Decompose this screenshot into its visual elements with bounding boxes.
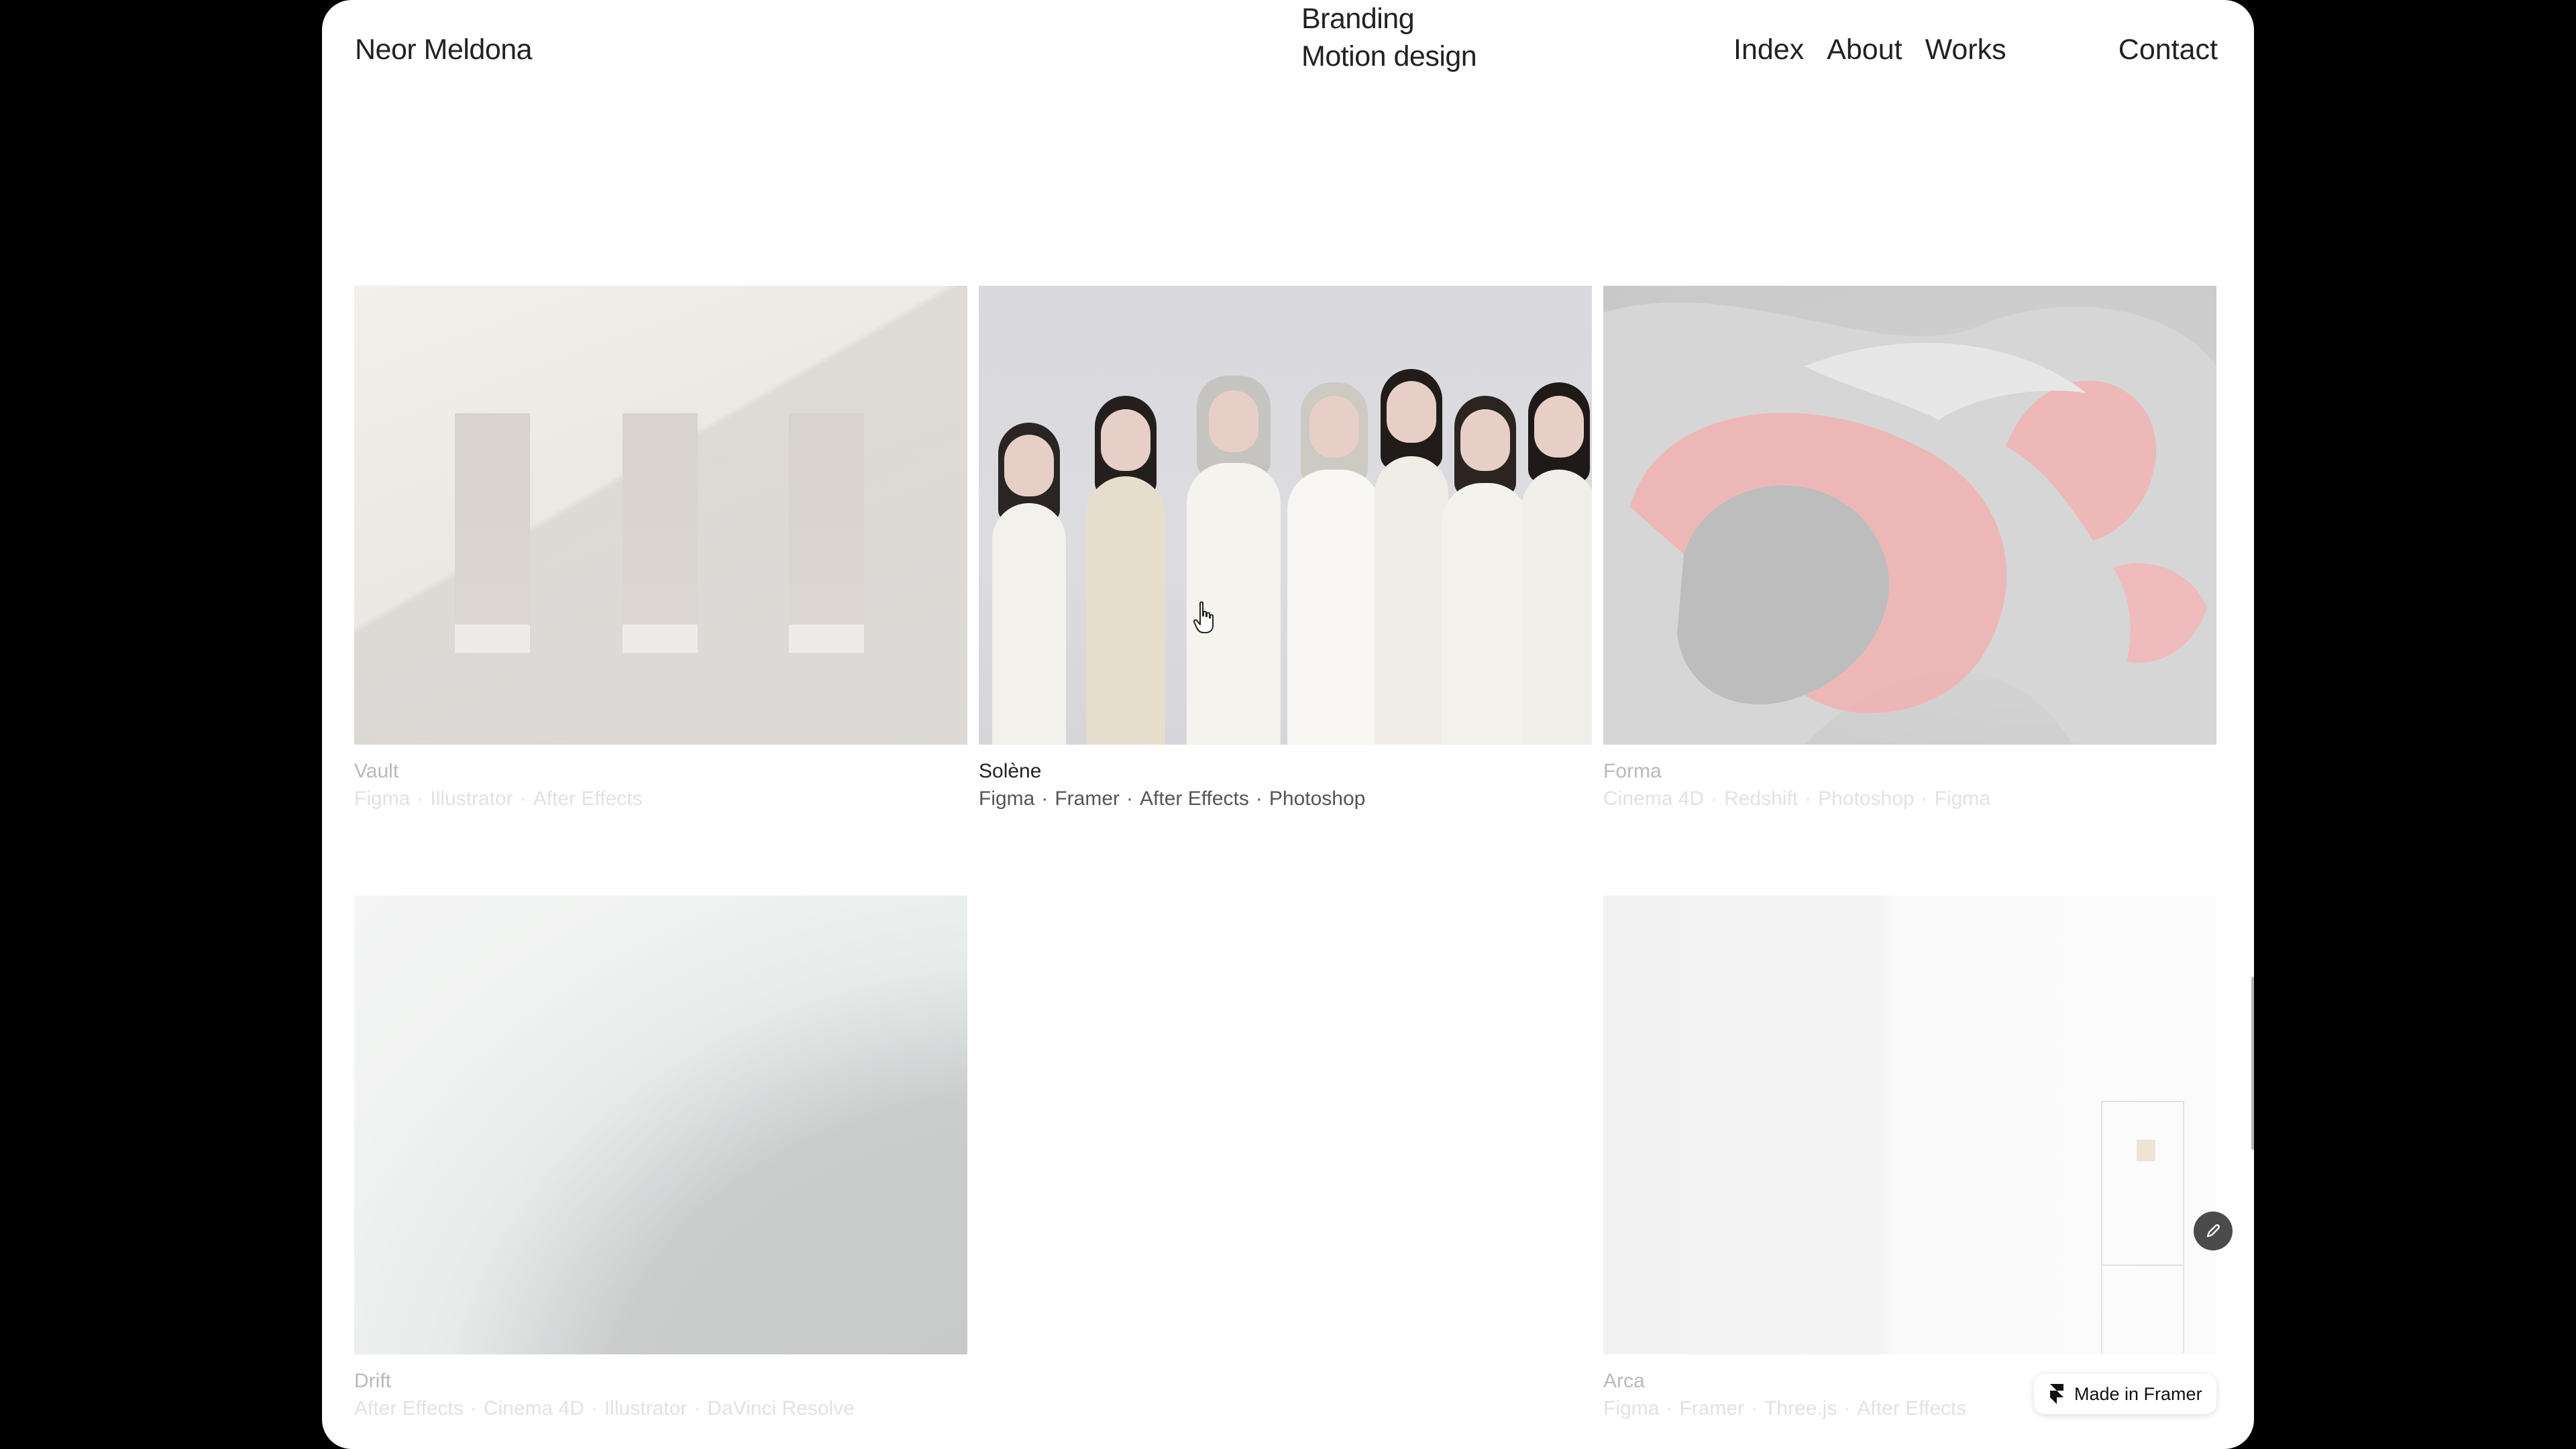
tag: Photoshop xyxy=(1818,788,1915,810)
project-thumbnail-solene[interactable] xyxy=(979,286,1592,745)
tag-separator: · xyxy=(417,788,424,810)
model-figure xyxy=(1187,376,1281,745)
nav-index[interactable]: Index xyxy=(1733,34,1804,66)
tag-separator: · xyxy=(1921,788,1928,810)
window-opening xyxy=(789,413,864,635)
tag-separator: · xyxy=(1666,1397,1673,1419)
door-frame xyxy=(2101,1101,2184,1266)
tag: Framer xyxy=(1055,788,1120,810)
site-header: Neor Meldona Branding Motion design Inde… xyxy=(322,0,2254,101)
project-card-solene[interactable]: Solène Figma · Framer · After Effects · Photos… xyxy=(979,286,1592,813)
window-opening xyxy=(623,413,698,635)
made-in-framer-badge[interactable]: Made in Framer xyxy=(2034,1374,2216,1414)
tag-separator: · xyxy=(470,1397,477,1419)
window-sill xyxy=(623,625,698,653)
tag-separator: · xyxy=(1711,788,1718,810)
project-thumbnail-drift[interactable] xyxy=(354,896,967,1354)
tag-separator: · xyxy=(590,1397,598,1419)
project-title[interactable]: Solène xyxy=(979,758,1592,785)
tag: Figma xyxy=(1934,788,1990,810)
nav-works[interactable]: Works xyxy=(1925,34,2006,66)
project-title[interactable]: Vault xyxy=(354,758,967,785)
tag: Figma xyxy=(354,788,411,810)
tag: After Effects xyxy=(354,1397,464,1419)
door-light xyxy=(2137,1140,2155,1161)
tag: After Effects xyxy=(1140,788,1249,810)
tag-separator: · xyxy=(1041,788,1049,810)
project-tags: After Effects · Cinema 4D · Illustrator · DaVi… xyxy=(354,1395,967,1423)
model-figure xyxy=(1522,382,1592,745)
tag: After Effects xyxy=(533,788,643,810)
tag: Illustrator xyxy=(604,1397,688,1419)
door-frame-lower xyxy=(2101,1266,2184,1353)
main-nav: Index About Works xyxy=(1733,34,2006,66)
tag: Cinema 4D xyxy=(1603,788,1705,810)
browser-page: Neor Meldona Branding Motion design Inde… xyxy=(322,0,2254,1449)
project-tags: Cinema 4D · Redshift · Photoshop · Figma xyxy=(1603,785,2216,813)
tag: After Effects xyxy=(1857,1397,1967,1419)
tag: Figma xyxy=(1603,1397,1660,1419)
project-tags: Figma · Framer · After Effects · Photoshop xyxy=(979,785,1592,813)
tag-separator: · xyxy=(1255,788,1263,810)
tag: Redshift xyxy=(1724,788,1799,810)
project-title[interactable]: Forma xyxy=(1603,758,2216,785)
project-card-drift[interactable]: Drift After Effects · Cinema 4D · Illustrato… xyxy=(354,896,967,1423)
tag: Three.js xyxy=(1764,1397,1837,1419)
tag-separator: · xyxy=(694,1397,701,1419)
project-thumbnail-forma[interactable] xyxy=(1603,286,2216,745)
tag-separator: · xyxy=(1751,1397,1758,1419)
model-figure xyxy=(1375,369,1448,745)
window-opening xyxy=(455,413,530,635)
brand-name[interactable]: Neor Meldona xyxy=(355,34,533,66)
tag: Illustrator xyxy=(430,788,513,810)
model-figure xyxy=(1287,382,1381,745)
project-tags: Figma · Illustrator · After Effects xyxy=(354,785,967,813)
tag: Cinema 4D xyxy=(483,1397,584,1419)
project-thumbnail-vault[interactable] xyxy=(354,286,967,745)
edit-button[interactable] xyxy=(2194,1212,2233,1250)
project-card-forma[interactable]: Forma Cinema 4D · Redshift · Photoshop · Figma xyxy=(1603,286,2216,813)
sculpture-image xyxy=(1603,302,2216,745)
project-title[interactable]: Drift xyxy=(354,1368,967,1395)
framer-logo-icon xyxy=(2050,1384,2063,1404)
nav-about[interactable]: About xyxy=(1827,34,1902,66)
badge-label: Made in Framer xyxy=(2074,1383,2202,1404)
service-motion-design: Motion design xyxy=(1301,40,1477,72)
tag: Photoshop xyxy=(1269,788,1366,810)
window-sill xyxy=(455,625,530,653)
tag: DaVinci Resolve xyxy=(707,1397,855,1419)
pencil-icon xyxy=(2206,1224,2220,1238)
window-sill xyxy=(789,625,864,653)
services-list: Branding Motion design xyxy=(1301,0,1477,75)
tag: Framer xyxy=(1679,1397,1745,1419)
project-thumbnail-arca[interactable] xyxy=(1603,896,2216,1354)
tag-separator: · xyxy=(519,788,527,810)
model-figure xyxy=(1442,396,1529,745)
project-card-vault[interactable]: Vault Figma · Illustrator · After Effects xyxy=(354,286,967,813)
service-branding: Branding xyxy=(1301,3,1415,35)
scrollbar-thumb[interactable] xyxy=(2251,977,2254,1150)
model-figure xyxy=(1086,396,1165,745)
nav-contact[interactable]: Contact xyxy=(2118,34,2218,66)
model-figure xyxy=(992,423,1066,745)
tag-separator: · xyxy=(1843,1397,1851,1419)
tag-separator: · xyxy=(1805,788,1812,810)
project-card-arca[interactable]: Arca Figma · Framer · Three.js · After Effects xyxy=(1603,896,2216,1423)
tag: Figma xyxy=(979,788,1035,810)
tag-separator: · xyxy=(1126,788,1134,810)
hand-pointer-icon xyxy=(1193,601,1214,633)
